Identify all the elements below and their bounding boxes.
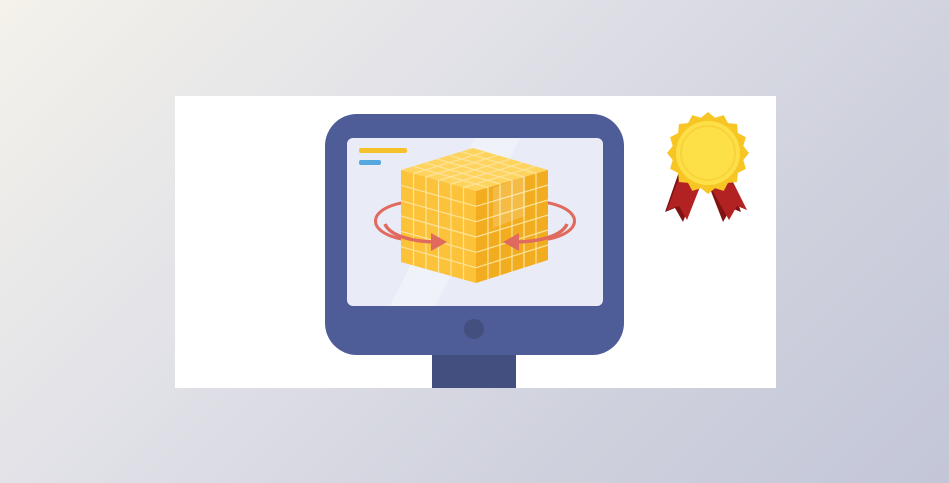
illustration [325, 112, 749, 388]
illustration-card [175, 96, 776, 388]
award-medal-icon [665, 112, 749, 222]
power-button-icon [464, 319, 484, 339]
medal-face [676, 121, 740, 185]
cube-icon [400, 148, 549, 283]
screen-line-blue [359, 160, 381, 165]
screen-line-yellow [359, 148, 407, 153]
background [0, 0, 949, 483]
